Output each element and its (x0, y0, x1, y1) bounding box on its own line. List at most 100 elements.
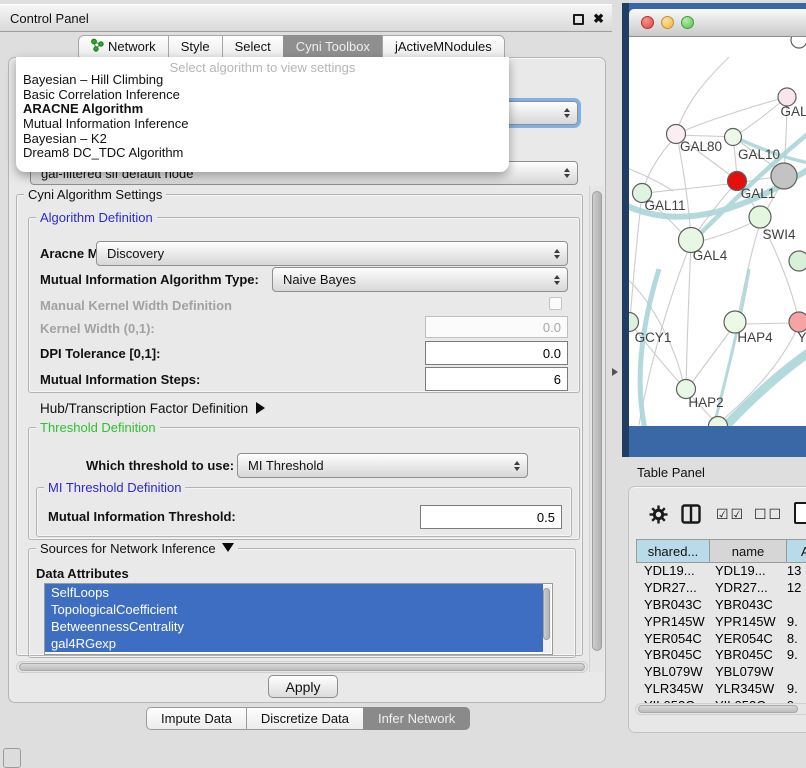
panel-splitter-arrow-icon[interactable] (612, 368, 618, 376)
network-node[interactable] (791, 37, 806, 48)
algorithm-option[interactable]: Mutual Information Inference (16, 117, 509, 132)
dpi-tolerance-field[interactable]: 0.0 (425, 341, 568, 365)
table-cell: YLR345W (636, 681, 707, 698)
algorithm-option[interactable]: Dream8 DC_TDC Algorithm (16, 146, 509, 161)
scrollbar-thumb[interactable] (19, 663, 585, 671)
table-row[interactable]: YBR043CYBR043C (636, 597, 806, 614)
settings-horizontal-scrollbar[interactable] (16, 661, 588, 673)
table-cell: YBL079W (707, 664, 782, 681)
table-cell: YBR045C (636, 647, 707, 664)
tab-select[interactable]: Select (222, 35, 283, 58)
table-cell (782, 664, 806, 681)
aracne-mode-combo[interactable]: Discovery (96, 241, 568, 266)
which-threshold-combo[interactable]: MI Threshold (237, 453, 528, 478)
attribute-item[interactable]: gal4RGexp (45, 635, 543, 652)
table-cell: YER054C (636, 631, 707, 648)
node-label: GAL11 (644, 198, 685, 213)
sources-group-title[interactable]: Sources for Network Inference (36, 541, 238, 556)
stepper-icon (559, 108, 574, 118)
new-document-icon[interactable] (794, 502, 806, 524)
threshold-definition-title: Threshold Definition (36, 420, 160, 435)
attribute-list-scrollbar[interactable] (543, 585, 551, 653)
attribute-item[interactable]: SelfLoops (45, 584, 543, 601)
table-row[interactable]: YBL079WYBL079W (636, 664, 806, 681)
node-label: GAL80 (680, 139, 722, 154)
table-row[interactable]: YDL19...YDL19...13 (636, 563, 806, 580)
minimize-traffic-light-icon[interactable] (661, 16, 674, 29)
minimized-panel-chip[interactable] (3, 748, 21, 768)
table-row[interactable]: YPR145WYPR145W9. (636, 614, 806, 631)
table-row[interactable]: YER054CYER054C8. (636, 631, 806, 648)
tab-jactivemnodules[interactable]: jActiveMNodules (382, 35, 505, 58)
node-label: GAL4 (693, 248, 728, 263)
table-row[interactable]: YBR045CYBR045C9. (636, 647, 806, 664)
tab-style[interactable]: Style (168, 35, 222, 58)
column-header-shared[interactable]: shared... (637, 540, 710, 562)
algorithm-option[interactable]: Bayesian – Hill Climbing (16, 73, 509, 88)
algorithm-options: Bayesian – Hill ClimbingBasic Correlatio… (16, 73, 509, 161)
network-node-swi4[interactable] (749, 206, 771, 228)
stepper-icon (509, 461, 524, 471)
which-threshold-value: MI Threshold (238, 458, 509, 473)
apply-button[interactable]: Apply (268, 675, 338, 698)
collapse-down-icon[interactable] (222, 543, 234, 552)
deselect-all-icon[interactable]: ☐☐ (754, 507, 783, 523)
settings-gear-icon[interactable] (649, 505, 668, 529)
manual-kernel-checkbox[interactable] (549, 297, 562, 310)
tab-network-label: Network (108, 39, 156, 54)
zoom-traffic-light-icon[interactable] (681, 16, 694, 29)
data-attributes-list[interactable]: SelfLoopsTopologicalCoefficientBetweenne… (44, 583, 553, 655)
column-header-cut[interactable]: A (787, 540, 806, 562)
mi-type-combo[interactable]: Naive Bayes (272, 267, 568, 292)
select-all-checked-icon[interactable]: ☑☑ (716, 507, 745, 523)
network-node-gal10[interactable] (725, 129, 742, 146)
scrollbar-thumb[interactable] (592, 191, 602, 651)
table-row[interactable]: YLR345WYLR345W9. (636, 681, 806, 698)
kernel-width-field[interactable]: 0.0 (425, 316, 568, 338)
attribute-item[interactable]: TopologicalCoefficient (45, 601, 543, 618)
algorithm-option[interactable]: ARACNE Algorithm (16, 102, 509, 117)
control-panel-title: Control Panel (0, 11, 89, 26)
manual-kernel-label: Manual Kernel Width Definition (40, 298, 232, 313)
table-cell: 9. (782, 681, 806, 698)
tab-cyni-toolbox[interactable]: Cyni Toolbox (283, 35, 382, 58)
node-label: GAL1 (741, 186, 776, 201)
tab-discretize-data[interactable]: Discretize Data (246, 707, 363, 730)
dpi-tolerance-value: 0.0 (543, 346, 561, 361)
network-node[interactable] (789, 251, 806, 271)
expand-right-icon[interactable] (256, 402, 265, 414)
tab-infer-network-label: Infer Network (378, 711, 455, 726)
algorithm-option[interactable]: Basic Correlation Inference (16, 88, 509, 103)
table-cell: 9. (782, 647, 806, 664)
column-layout-icon[interactable] (681, 504, 701, 529)
close-traffic-light-icon[interactable] (641, 16, 654, 29)
table-horizontal-scrollbar[interactable] (635, 703, 806, 715)
table-row[interactable]: YDR27...YDR27...12 (636, 580, 806, 597)
network-node-gcy1[interactable] (629, 313, 639, 332)
mi-threshold-field[interactable]: 0.5 (420, 505, 562, 529)
tab-discretize-data-label: Discretize Data (261, 711, 349, 726)
network-canvas[interactable]: GALGAL80GAL10GAL1SWI4GAL11GAL4GCY1HAP4YH… (629, 37, 806, 426)
close-icon[interactable]: ✖ (593, 11, 604, 27)
network-window-titlebar[interactable] (629, 9, 806, 37)
column-header-name[interactable]: name (710, 540, 787, 562)
table-cell: YBR043C (707, 597, 782, 614)
float-window-icon[interactable] (573, 14, 584, 25)
hub-expander[interactable]: Hub/Transcription Factor Definition (40, 401, 265, 416)
scrollbar-thumb[interactable] (543, 588, 550, 640)
settings-group-title: Cyni Algorithm Settings (24, 187, 166, 202)
scrollbar-thumb[interactable] (638, 705, 798, 713)
tab-impute-data[interactable]: Impute Data (146, 707, 246, 730)
mi-steps-field[interactable]: 6 (425, 367, 568, 391)
tab-network[interactable]: Network (78, 35, 168, 58)
network-node-y[interactable] (789, 312, 806, 332)
which-threshold-label: Which threshold to use: (86, 458, 234, 473)
stepper-icon (549, 275, 564, 285)
algorithm-option[interactable]: Bayesian – K2 (16, 132, 509, 147)
tab-infer-network[interactable]: Infer Network (363, 707, 470, 730)
stepper-icon (549, 249, 564, 259)
attribute-item[interactable]: BetweennessCentrality (45, 618, 543, 635)
settings-vertical-scrollbar[interactable] (589, 186, 604, 672)
network-view-frame[interactable]: GALGAL80GAL10GAL1SWI4GAL11GAL4GCY1HAP4YH… (622, 3, 806, 457)
inference-algorithm-combo[interactable] (500, 101, 578, 125)
